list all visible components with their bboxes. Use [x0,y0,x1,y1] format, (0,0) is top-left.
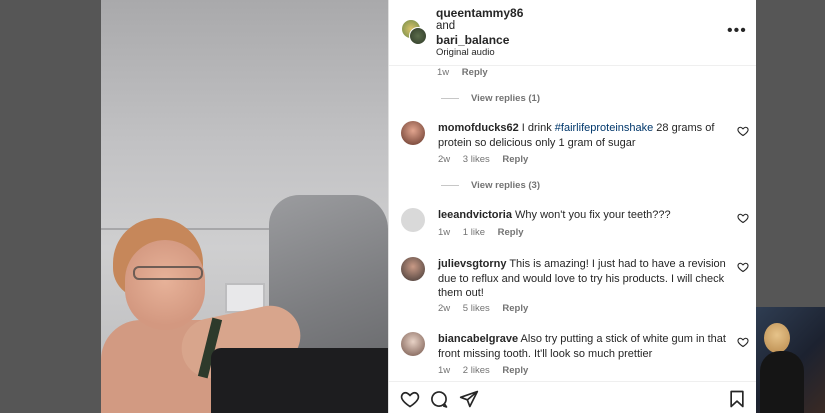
comment-time: 1w [438,365,451,376]
more-options-icon[interactable]: ••• [727,22,747,40]
view-replies-button[interactable]: View replies (3) [441,180,540,191]
avatar[interactable] [401,257,425,281]
comment-username[interactable]: julievsgtorny [438,258,506,270]
heart-icon[interactable] [737,336,749,348]
divider [441,185,459,186]
comment-time: 1w [438,227,451,238]
comment-list[interactable]: 1w Reply View replies (1) momofducks62 I… [389,66,756,381]
comment-time: 2w [438,154,451,165]
comment-time: 2w [438,303,451,314]
comment-item: momofducks62 I drink #fairlifeproteinsha… [401,121,749,173]
comment-meta: 2w 5 likes Reply [438,303,538,314]
collab-avatars[interactable] [401,19,427,45]
bookmark-icon[interactable] [727,389,747,409]
send-icon[interactable] [459,389,479,409]
audio-label[interactable]: Original audio [436,47,495,58]
heart-icon[interactable] [737,261,749,273]
comment-meta: 1w 1 like Reply [438,227,534,238]
comment-time: 1w [437,67,450,78]
video-detail [125,240,205,330]
comment-likes[interactable]: 5 likes [463,303,490,314]
comment-body: I drink [521,122,555,134]
comment-text: leeandvictoria Why won't you fix your te… [438,208,728,223]
reply-button[interactable]: Reply [502,365,528,376]
divider [441,98,459,99]
comment-likes[interactable]: 1 like [463,227,485,238]
comment-icon[interactable] [429,389,449,409]
heart-icon[interactable] [737,125,749,137]
comment-text: momofducks62 I drink #fairlifeproteinsha… [438,121,728,150]
comment-text: biancabelgrave Also try putting a stick … [438,332,728,361]
avatar[interactable] [401,208,425,232]
comment-likes[interactable]: 3 likes [463,154,490,165]
comment-item: leeandvictoria Why won't you fix your te… [401,208,749,246]
backdrop-left [0,0,101,413]
comment-meta: 1w 2 likes Reply [438,365,538,376]
post-header: queentammy86 and bari_balance Original a… [389,0,756,66]
video-detail [133,266,203,280]
reel-video[interactable] [101,0,388,413]
heart-icon[interactable] [400,389,420,409]
avatar [409,27,427,45]
previous-comment-meta: 1w Reply [437,67,498,78]
collab-joiner: and [436,20,456,32]
comment-item: julievsgtorny This is amazing! I just ha… [401,257,749,319]
action-bar [389,381,756,413]
avatar[interactable] [401,332,425,356]
hashtag-link[interactable]: #fairlifeproteinshake [555,122,653,134]
comment-item: biancabelgrave Also try putting a stick … [401,332,749,380]
comment-username[interactable]: leeandvictoria [438,209,512,221]
comment-likes[interactable]: 2 likes [463,365,490,376]
comment-text: julievsgtorny This is amazing! I just ha… [438,257,728,301]
comment-username[interactable]: momofducks62 [438,122,519,134]
heart-icon[interactable] [737,212,749,224]
reply-button[interactable]: Reply [502,154,528,165]
comments-panel: queentammy86 and bari_balance Original a… [388,0,756,413]
video-detail [211,348,388,413]
view-replies-label: View replies (1) [471,93,540,104]
reply-button[interactable]: Reply [502,303,528,314]
collaborator-username[interactable]: bari_balance [436,33,509,47]
reply-button[interactable]: Reply [462,67,488,78]
comment-username[interactable]: biancabelgrave [438,333,518,345]
background-thumbnail [756,307,825,413]
view-replies-label: View replies (3) [471,180,540,191]
reply-button[interactable]: Reply [498,227,524,238]
comment-body: Why won't you fix your teeth??? [515,209,671,221]
author-username[interactable]: queentammy86 [436,6,523,20]
avatar[interactable] [401,121,425,145]
view-replies-button[interactable]: View replies (1) [441,93,540,104]
comment-meta: 2w 3 likes Reply [438,154,538,165]
